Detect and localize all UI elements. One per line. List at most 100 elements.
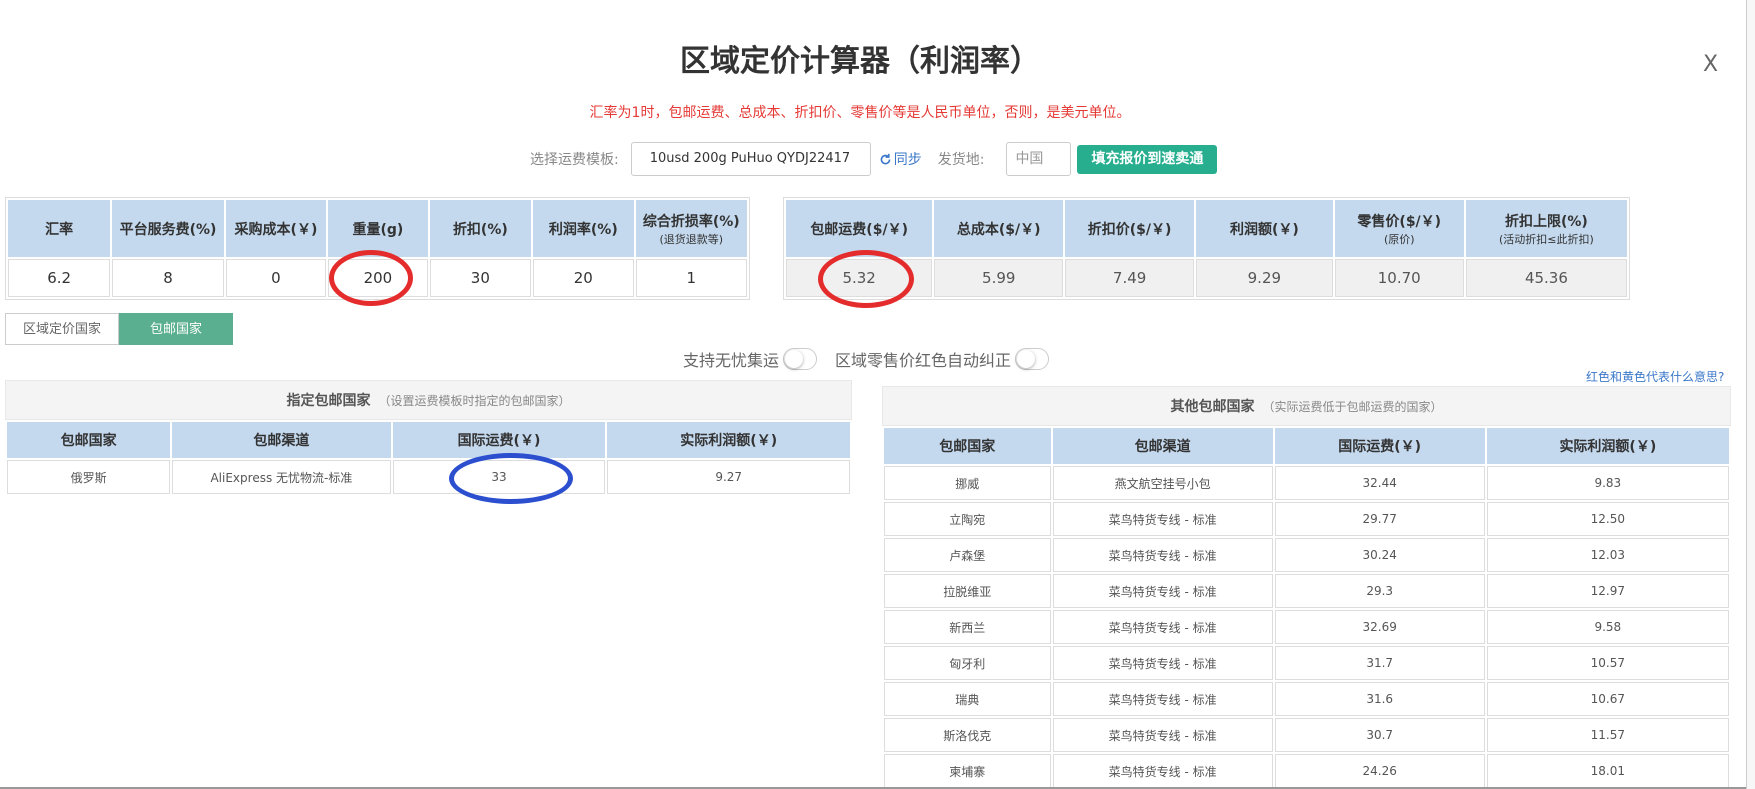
others-cell: 30.7	[1274, 718, 1485, 752]
results-header-4: 零售价($/￥) (原价)	[1334, 200, 1464, 257]
others-cell: 29.77	[1274, 502, 1485, 536]
worry-free-switch[interactable]	[783, 348, 818, 370]
origin-label: 发货地:	[937, 152, 985, 168]
designated-cell: 9.27	[607, 460, 850, 494]
results-value-1: 5.99	[934, 259, 1064, 297]
tab-free-shipping[interactable]: 包邮国家	[119, 313, 233, 345]
table-row: 柬埔寨 菜鸟特货专线 - 标准 24.26 18.01	[884, 754, 1729, 788]
params-cell	[328, 259, 428, 297]
params-header-sub: (退货退款等)	[659, 232, 724, 246]
others-cell: 菜鸟特货专线 - 标准	[1052, 718, 1273, 752]
others-cell: 31.6	[1274, 682, 1485, 716]
others-column-header: 国际运费(￥)	[1274, 428, 1485, 464]
params-header-5: 利润率(%)	[533, 200, 634, 257]
table-row: 挪威 燕文航空挂号小包 32.44 9.83	[884, 466, 1729, 500]
others-table: 包邮国家 包邮渠道 国际运费(￥) 实际利润额(￥) 挪威 燕文航空挂号小包 32.44 9…	[882, 426, 1731, 789]
table-row: 匈牙利 菜鸟特货专线 - 标准 31.7 10.57	[884, 646, 1729, 680]
params-input-5[interactable]	[534, 260, 633, 296]
others-cell: 32.44	[1274, 466, 1485, 500]
others-panel: 其他包邮国家 （实际运费低于包邮运费的国家） 包邮国家 包邮渠道 国际运费(￥) 实际利…	[882, 386, 1731, 789]
auto-correct-label: 区域零售价红色自动纠正	[835, 351, 1012, 370]
params-input-0[interactable]	[9, 260, 110, 296]
others-cell: 11.57	[1486, 718, 1729, 752]
results-header-3: 利润额(￥)	[1196, 200, 1333, 257]
results-header-label: 包邮运费($/￥)	[810, 221, 908, 238]
others-cell: 菜鸟特货专线 - 标准	[1052, 754, 1273, 788]
results-header-0: 包邮运费($/￥)	[786, 200, 933, 257]
params-header-label: 汇率	[45, 221, 74, 238]
others-cell: 菜鸟特货专线 - 标准	[1052, 610, 1273, 644]
others-cell: 10.67	[1486, 682, 1729, 716]
params-input-6[interactable]	[636, 260, 746, 296]
results-table: 包邮运费($/￥) 总成本($/￥) 折扣价($/￥) 利润额(￥) 零售价($/￥) (…	[783, 197, 1630, 300]
designated-cell: 33	[392, 460, 606, 494]
others-cell: 31.7	[1274, 646, 1485, 680]
others-cell: 12.03	[1486, 538, 1729, 572]
results-value-4: 10.70	[1334, 259, 1464, 297]
others-cell: 匈牙利	[884, 646, 1051, 680]
designated-header: 指定包邮国家 （设置运费模板时指定的包邮国家）	[5, 380, 852, 420]
params-cell	[533, 259, 634, 297]
others-cell: 9.83	[1486, 466, 1729, 500]
others-cell: 卢森堡	[884, 538, 1051, 572]
template-select[interactable]: 10usd 200g PuHuo QYDJ22417	[630, 142, 871, 176]
others-cell: 拉脱维亚	[884, 574, 1051, 608]
designated-table: 包邮国家 包邮渠道 国际运费(￥) 实际利润额(￥) 俄罗斯 AliExpress 无忧…	[5, 420, 852, 496]
refresh-icon	[880, 153, 891, 164]
country-tabs: 区域定价国家 包邮国家	[5, 313, 233, 345]
others-cell: 柬埔寨	[884, 754, 1051, 788]
sync-label: 同步	[893, 152, 922, 168]
others-cell: 32.69	[1274, 610, 1485, 644]
params-header-label: 平台服务费(%)	[119, 221, 217, 238]
origin-input[interactable]: 中国	[1006, 142, 1072, 176]
params-header-0: 汇率	[8, 200, 111, 257]
currency-note: 汇率为1时，包邮运费、总成本、折扣价、零售价等是人民币单位，否则，是美元单位。	[589, 105, 1131, 121]
sync-button[interactable]: 同步	[879, 149, 922, 169]
params-input-3[interactable]	[329, 260, 427, 296]
fill-price-button[interactable]: 填充报价到速卖通	[1077, 144, 1218, 174]
others-column-header: 实际利润额(￥)	[1486, 428, 1729, 464]
others-cell: 12.50	[1486, 502, 1729, 536]
template-row: 选择运费模板: 10usd 200g PuHuo QYDJ22417 同步 发货…	[530, 142, 1218, 176]
table-row: 立陶宛 菜鸟特货专线 - 标准 29.77 12.50	[884, 502, 1729, 536]
results-header-sub: (活动折扣≤此折扣)	[1499, 232, 1594, 246]
params-header-3: 重量(g)	[328, 200, 428, 257]
others-cell: 29.3	[1274, 574, 1485, 608]
params-cell	[635, 259, 747, 297]
template-label: 选择运费模板:	[530, 152, 619, 168]
params-cell	[429, 259, 532, 297]
others-cell: 菜鸟特货专线 - 标准	[1052, 646, 1273, 680]
params-input-2[interactable]	[226, 260, 326, 296]
others-cell: 9.58	[1486, 610, 1729, 644]
table-row: 斯洛伐克 菜鸟特货专线 - 标准 30.7 11.57	[884, 718, 1729, 752]
page-title: 区域定价计算器（利润率）	[680, 44, 1040, 79]
designated-cell: 俄罗斯	[7, 460, 171, 494]
others-cell: 18.01	[1486, 754, 1729, 788]
tab-regional-pricing[interactable]: 区域定价国家	[5, 313, 119, 345]
others-cell: 立陶宛	[884, 502, 1051, 536]
others-cell: 挪威	[884, 466, 1051, 500]
vertical-scrollbar[interactable]	[1746, 0, 1755, 789]
table-row: 瑞典 菜鸟特货专线 - 标准 31.6 10.67	[884, 682, 1729, 716]
close-button[interactable]: X	[1703, 52, 1718, 77]
auto-correct-switch[interactable]	[1015, 348, 1050, 370]
others-cell: 菜鸟特货专线 - 标准	[1052, 574, 1273, 608]
others-cell: 10.57	[1486, 646, 1729, 680]
others-cell: 瑞典	[884, 682, 1051, 716]
designated-column-header: 包邮渠道	[172, 422, 391, 458]
params-header-label: 折扣(%)	[452, 221, 508, 238]
others-title: 其他包邮国家	[1170, 399, 1255, 415]
params-input-4[interactable]	[430, 260, 531, 296]
params-header-label: 采购成本(￥)	[234, 221, 318, 238]
results-header-label: 折扣上限(%)	[1505, 213, 1588, 230]
params-header-label: 综合折损率(%)	[642, 213, 740, 230]
params-table: 汇率 平台服务费(%) 采购成本(￥) 重量(g) 折扣(%) 利润率(%) 综合折损率(%…	[5, 197, 750, 300]
params-header-1: 平台服务费(%)	[112, 200, 224, 257]
color-legend-link[interactable]: 红色和黄色代表什么意思?	[1586, 368, 1724, 385]
results-value-3: 9.29	[1196, 259, 1333, 297]
params-input-1[interactable]	[113, 260, 223, 296]
params-header-6: 综合折损率(%) (退货退款等)	[635, 200, 747, 257]
others-cell: 菜鸟特货专线 - 标准	[1052, 682, 1273, 716]
results-value-2: 7.49	[1065, 259, 1195, 297]
results-header-2: 折扣价($/￥)	[1065, 200, 1195, 257]
